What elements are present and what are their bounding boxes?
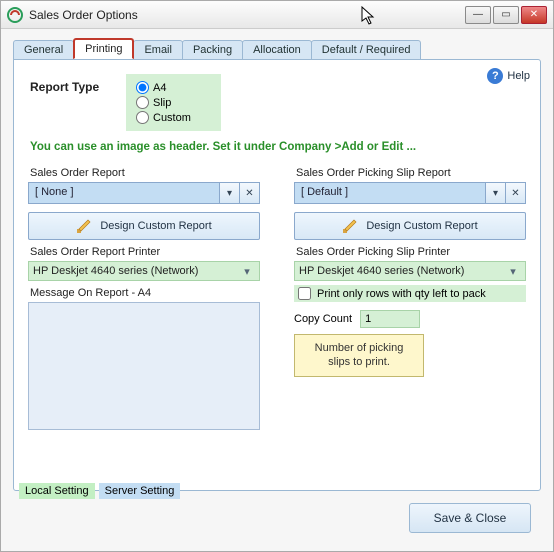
right-column: Sales Order Picking Slip Report [ Defaul… (294, 161, 526, 433)
close-button[interactable]: ✕ (521, 6, 547, 24)
tab-packing[interactable]: Packing (182, 40, 243, 59)
message-on-report-label: Message On Report - A4 (28, 281, 260, 302)
report-type-slip[interactable]: Slip (136, 95, 191, 110)
design-custom-report-button-right[interactable]: Design Custom Report (294, 212, 526, 240)
picking-slip-report-value: [ Default ] (295, 183, 485, 203)
sales-order-report-value: [ None ] (29, 183, 219, 203)
clear-icon[interactable]: ✕ (505, 183, 525, 203)
legend: Local Setting Server Setting (19, 483, 180, 499)
titlebar: Sales Order Options — ▭ ✕ (1, 1, 553, 29)
sales-order-report-printer-select[interactable]: HP Deskjet 4640 series (Network) ▾ (28, 261, 260, 281)
save-and-close-button[interactable]: Save & Close (409, 503, 531, 533)
maximize-button[interactable]: ▭ (493, 6, 519, 24)
copy-count-label: Copy Count (294, 313, 352, 325)
copy-count-tooltip: Number of picking slips to print. (294, 334, 424, 377)
window-buttons: — ▭ ✕ (465, 6, 547, 24)
picking-slip-printer-select[interactable]: HP Deskjet 4640 series (Network) ▾ (294, 261, 526, 281)
help-icon: ? (487, 68, 503, 84)
legend-server: Server Setting (99, 483, 181, 499)
legend-local: Local Setting (19, 483, 95, 499)
tab-default-required[interactable]: Default / Required (311, 40, 422, 59)
report-type-options: A4 Slip Custom (126, 74, 221, 131)
design-custom-report-button-left[interactable]: Design Custom Report (28, 212, 260, 240)
sales-order-report-label: Sales Order Report (28, 161, 260, 182)
sales-order-report-combo[interactable]: [ None ] ▾ ✕ (28, 182, 260, 204)
help-label: Help (507, 70, 530, 82)
picking-slip-report-combo[interactable]: [ Default ] ▾ ✕ (294, 182, 526, 204)
left-column: Sales Order Report [ None ] ▾ ✕ Design C… (28, 161, 260, 433)
report-type-a4[interactable]: A4 (136, 80, 191, 95)
tab-printing[interactable]: Printing (73, 38, 134, 59)
header-hint: You can use an image as header. Set it u… (14, 131, 540, 161)
print-only-rows-input[interactable] (298, 287, 311, 300)
pencil-icon (76, 218, 92, 234)
message-on-report-textarea[interactable] (28, 302, 260, 430)
chevron-down-icon[interactable]: ▾ (505, 265, 521, 278)
tab-general[interactable]: General (13, 40, 74, 59)
minimize-button[interactable]: — (465, 6, 491, 24)
app-icon (7, 7, 23, 23)
chevron-down-icon[interactable]: ▾ (219, 183, 239, 203)
picking-slip-report-label: Sales Order Picking Slip Report (294, 161, 526, 182)
window-title: Sales Order Options (29, 8, 465, 22)
pencil-icon (342, 218, 358, 234)
print-only-rows-checkbox[interactable]: Print only rows with qty left to pack (294, 285, 526, 302)
tab-panel: ? Help Report Type A4 Slip Custom You ca… (13, 59, 541, 491)
tab-allocation[interactable]: Allocation (242, 40, 312, 59)
copy-count-input[interactable] (360, 310, 420, 328)
clear-icon[interactable]: ✕ (239, 183, 259, 203)
report-type-custom[interactable]: Custom (136, 110, 191, 125)
sales-order-report-printer-label: Sales Order Report Printer (28, 240, 260, 261)
chevron-down-icon[interactable]: ▾ (239, 265, 255, 278)
help-link[interactable]: ? Help (487, 68, 530, 84)
chevron-down-icon[interactable]: ▾ (485, 183, 505, 203)
report-type-label: Report Type (30, 74, 126, 94)
tab-strip: General Printing Email Packing Allocatio… (13, 37, 541, 59)
picking-slip-printer-label: Sales Order Picking Slip Printer (294, 240, 526, 261)
tab-email[interactable]: Email (133, 40, 183, 59)
